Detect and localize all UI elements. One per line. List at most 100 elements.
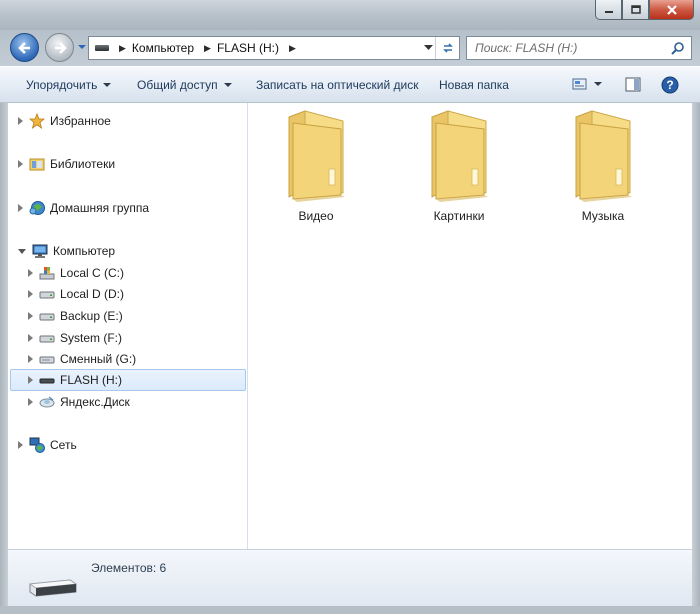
new-folder-label: Новая папка [439, 78, 509, 92]
hard-drive-icon [39, 308, 55, 324]
new-folder-button[interactable]: Новая папка [439, 78, 509, 92]
share-label: Общий доступ [137, 78, 218, 92]
flash-drive-icon [39, 372, 55, 388]
navigation-pane: Избранное Библиотеки Домашняя группа Ком… [8, 103, 248, 549]
sidebar-item-favorites[interactable]: Избранное [18, 111, 111, 131]
homegroup-icon [29, 200, 45, 216]
network-icon [29, 437, 45, 453]
expand-arrow-icon[interactable] [18, 160, 23, 168]
flash-drive-icon [28, 579, 78, 597]
close-icon [666, 4, 677, 15]
maximize-icon [630, 4, 641, 14]
share-menu[interactable]: Общий доступ [137, 78, 232, 92]
breadcrumb-separator-icon[interactable]: ▶ [119, 43, 126, 54]
item-count: Элементов: 6 [91, 561, 167, 575]
organize-menu[interactable]: Упорядочить [26, 78, 112, 92]
computer-icon [32, 243, 48, 259]
folder-label: Картинки [433, 209, 485, 223]
search-box [466, 36, 692, 60]
folder-icon [431, 110, 488, 202]
expand-arrow-icon[interactable] [18, 204, 23, 212]
burn-button[interactable]: Записать на оптический диск [256, 78, 419, 92]
expand-arrow-icon[interactable] [28, 355, 33, 363]
sidebar-item-label: FLASH (H:) [60, 373, 123, 387]
sidebar-item-drive-g[interactable]: Сменный (G:) [28, 349, 136, 369]
window-controls [595, 0, 694, 20]
address-bar[interactable]: ▶ Компьютер ▶ FLASH (H:) ▶ [88, 36, 460, 60]
search-icon[interactable] [671, 41, 685, 55]
breadcrumb-separator-icon[interactable]: ▶ [289, 43, 296, 54]
sidebar-item-drive-c[interactable]: Local C (C:) [28, 263, 124, 283]
expand-arrow-icon[interactable] [28, 334, 33, 342]
address-history-dropdown-icon[interactable] [424, 45, 433, 51]
sidebar-item-drive-d[interactable]: Local D (D:) [28, 284, 124, 304]
collapse-arrow-icon[interactable] [18, 248, 26, 254]
folder-label: Музыка [581, 209, 625, 223]
chevron-down-icon [103, 83, 112, 87]
chevron-down-icon [594, 82, 602, 86]
help-icon: ? [661, 76, 679, 94]
expand-arrow-icon[interactable] [18, 441, 23, 449]
folder-item-music[interactable]: Музыка [548, 109, 658, 223]
sidebar-item-drive-h[interactable]: FLASH (H:) [10, 369, 246, 391]
sidebar-item-label: Local D (D:) [60, 287, 125, 301]
arrow-left-icon [18, 42, 30, 54]
breadcrumb-flash[interactable]: FLASH (H:) [217, 41, 279, 55]
folder-item-pictures[interactable]: Картинки [404, 109, 514, 223]
sidebar-item-label: Сменный (G:) [60, 352, 137, 366]
view-menu[interactable] [572, 77, 602, 91]
sidebar-item-label: Local C (C:) [60, 266, 125, 280]
sidebar-item-network[interactable]: Сеть [18, 435, 77, 455]
sidebar-item-homegroup[interactable]: Домашняя группа [18, 198, 149, 218]
expand-arrow-icon[interactable] [28, 290, 33, 298]
file-list: Видео Картинки Музыка [248, 103, 692, 549]
expand-arrow-icon[interactable] [28, 312, 33, 320]
search-input[interactable] [467, 37, 663, 59]
drive-icon [95, 45, 109, 51]
removable-drive-icon [39, 351, 55, 367]
svg-text:?: ? [666, 78, 673, 92]
forward-button[interactable] [45, 33, 74, 62]
folder-icon [575, 110, 632, 202]
yandex-disk-icon [39, 394, 55, 410]
command-bar: Упорядочить Общий доступ Записать на опт… [0, 66, 700, 103]
folder-icon [288, 110, 345, 202]
expand-arrow-icon[interactable] [28, 269, 33, 277]
help-button[interactable]: ? [661, 76, 679, 94]
refresh-icon [442, 43, 453, 53]
preview-pane-button[interactable] [625, 77, 641, 92]
sidebar-item-label: Сеть [50, 438, 77, 452]
breadcrumb-separator-icon[interactable]: ▶ [204, 43, 211, 54]
back-button[interactable] [10, 33, 39, 62]
maximize-button[interactable] [622, 0, 649, 20]
sidebar-item-yandex-disk[interactable]: Яндекс.Диск [28, 392, 130, 412]
expand-arrow-icon[interactable] [28, 398, 33, 406]
minimize-button[interactable] [595, 0, 622, 20]
breadcrumb-computer[interactable]: Компьютер [132, 41, 194, 55]
folder-item-video[interactable]: Видео [261, 109, 371, 223]
window-border-right [692, 103, 700, 614]
sidebar-item-drive-f[interactable]: System (F:) [28, 328, 122, 348]
expand-arrow-icon[interactable] [18, 117, 23, 125]
refresh-button[interactable] [435, 37, 459, 59]
sidebar-item-label: Домашняя группа [50, 201, 150, 215]
breadcrumb: ▶ Компьютер ▶ FLASH (H:) ▶ [109, 37, 302, 59]
close-button[interactable] [649, 0, 694, 20]
library-icon [29, 156, 45, 172]
sidebar-item-computer[interactable]: Компьютер [18, 241, 115, 261]
sidebar-item-libraries[interactable]: Библиотеки [18, 154, 115, 174]
sidebar-item-label: Компьютер [53, 244, 116, 258]
recent-pages-dropdown[interactable] [77, 44, 87, 50]
chevron-down-icon [223, 83, 232, 87]
sidebar-item-label: Backup (E:) [60, 309, 123, 323]
hard-drive-icon [39, 330, 55, 346]
system-drive-icon [39, 265, 55, 281]
sidebar-item-drive-e[interactable]: Backup (E:) [28, 306, 123, 326]
expand-arrow-icon[interactable] [28, 376, 33, 384]
navigation-bar: ▶ Компьютер ▶ FLASH (H:) ▶ [0, 30, 700, 66]
sidebar-item-label: Избранное [50, 114, 111, 128]
folder-label: Видео [298, 209, 334, 223]
star-icon [29, 113, 45, 129]
window-border-left [0, 103, 8, 614]
sidebar-item-label: Библиотеки [50, 157, 116, 171]
